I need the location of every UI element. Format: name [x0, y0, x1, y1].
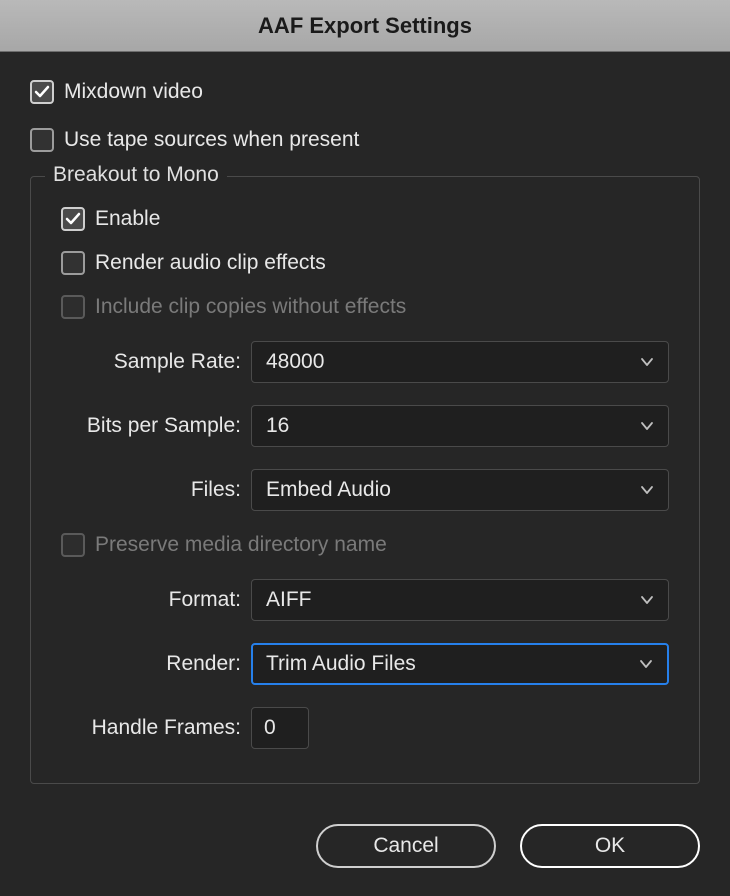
handle-frames-value: 0 — [264, 716, 276, 740]
handle-frames-label: Handle Frames: — [61, 716, 241, 740]
cancel-button[interactable]: Cancel — [316, 824, 496, 868]
format-value: AIFF — [266, 588, 312, 612]
ok-button-label: OK — [595, 834, 625, 858]
titlebar: AAF Export Settings — [0, 0, 730, 52]
use-tape-sources-checkbox[interactable] — [30, 128, 54, 152]
check-icon — [65, 211, 81, 227]
ok-button[interactable]: OK — [520, 824, 700, 868]
handle-frames-row: Handle Frames: 0 — [61, 707, 669, 749]
bits-per-sample-row: Bits per Sample: 16 — [61, 405, 669, 447]
chevron-down-icon — [640, 419, 654, 433]
use-tape-sources-label: Use tape sources when present — [64, 128, 359, 152]
mixdown-video-row[interactable]: Mixdown video — [30, 80, 700, 104]
include-copies-label: Include clip copies without effects — [95, 295, 406, 319]
files-row: Files: Embed Audio — [61, 469, 669, 511]
enable-label: Enable — [95, 207, 160, 231]
enable-row[interactable]: Enable — [61, 207, 669, 231]
enable-checkbox[interactable] — [61, 207, 85, 231]
render-row: Render: Trim Audio Files — [61, 643, 669, 685]
group-legend: Breakout to Mono — [45, 163, 227, 187]
bits-per-sample-select[interactable]: 16 — [251, 405, 669, 447]
mixdown-video-label: Mixdown video — [64, 80, 203, 104]
render-effects-row[interactable]: Render audio clip effects — [61, 251, 669, 275]
check-icon — [34, 84, 50, 100]
button-row: Cancel OK — [0, 794, 730, 878]
use-tape-sources-row[interactable]: Use tape sources when present — [30, 128, 700, 152]
bits-per-sample-value: 16 — [266, 414, 289, 438]
mixdown-video-checkbox[interactable] — [30, 80, 54, 104]
files-select[interactable]: Embed Audio — [251, 469, 669, 511]
chevron-down-icon — [640, 355, 654, 369]
render-effects-label: Render audio clip effects — [95, 251, 326, 275]
chevron-down-icon — [639, 657, 653, 671]
bits-per-sample-label: Bits per Sample: — [61, 414, 241, 438]
preserve-dir-checkbox — [61, 533, 85, 557]
preserve-dir-row: Preserve media directory name — [61, 533, 669, 557]
render-value: Trim Audio Files — [266, 652, 416, 676]
chevron-down-icon — [640, 483, 654, 497]
render-label: Render: — [61, 652, 241, 676]
sample-rate-label: Sample Rate: — [61, 350, 241, 374]
cancel-button-label: Cancel — [373, 834, 438, 858]
handle-frames-input[interactable]: 0 — [251, 707, 309, 749]
sample-rate-value: 48000 — [266, 350, 324, 374]
chevron-down-icon — [640, 593, 654, 607]
format-label: Format: — [61, 588, 241, 612]
format-row: Format: AIFF — [61, 579, 669, 621]
dialog-body: Mixdown video Use tape sources when pres… — [0, 52, 730, 794]
files-value: Embed Audio — [266, 478, 391, 502]
breakout-to-mono-group: Breakout to Mono Enable Render audio cli… — [30, 176, 700, 784]
sample-rate-row: Sample Rate: 48000 — [61, 341, 669, 383]
render-select[interactable]: Trim Audio Files — [251, 643, 669, 685]
render-effects-checkbox[interactable] — [61, 251, 85, 275]
include-copies-row: Include clip copies without effects — [61, 295, 669, 319]
files-label: Files: — [61, 478, 241, 502]
format-select[interactable]: AIFF — [251, 579, 669, 621]
dialog-title: AAF Export Settings — [258, 13, 472, 39]
sample-rate-select[interactable]: 48000 — [251, 341, 669, 383]
preserve-dir-label: Preserve media directory name — [95, 533, 387, 557]
include-copies-checkbox — [61, 295, 85, 319]
